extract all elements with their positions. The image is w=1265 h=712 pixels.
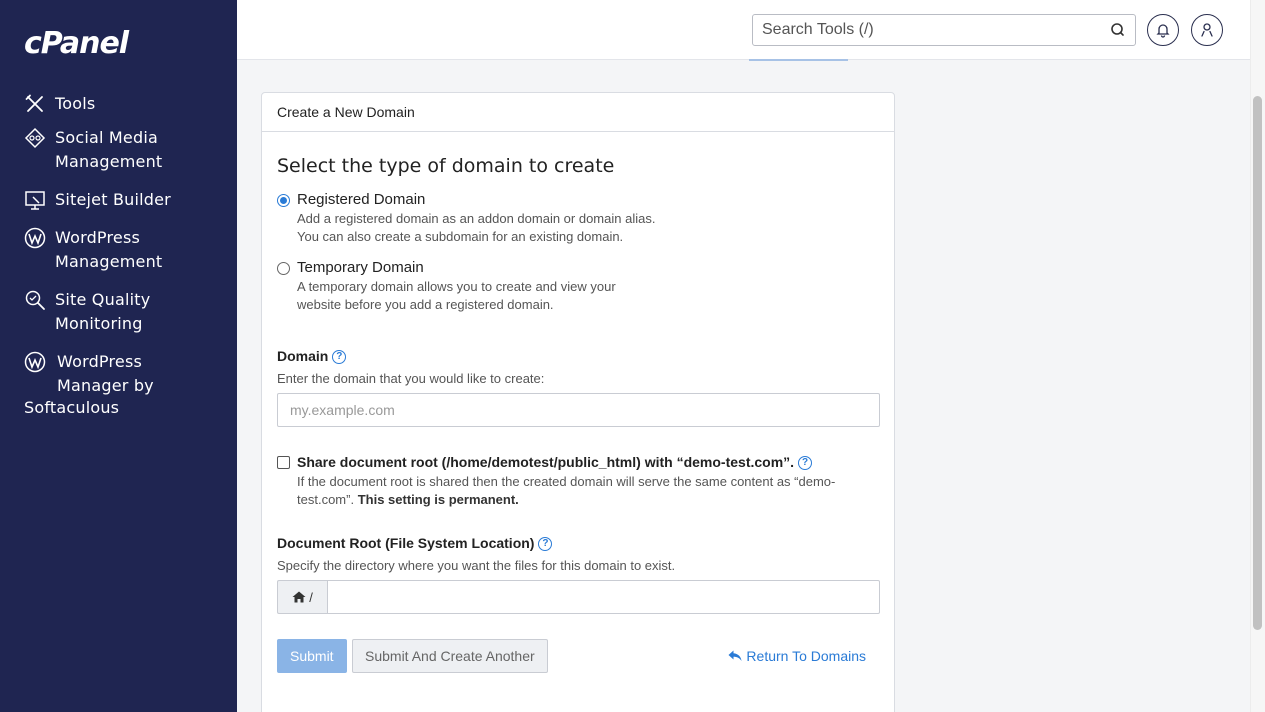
registered-domain-radio[interactable] bbox=[277, 194, 290, 207]
sidebar-item-label: Site Quality bbox=[55, 290, 151, 309]
submit-button[interactable]: Submit bbox=[277, 639, 347, 673]
section-heading: Select the type of domain to create bbox=[277, 155, 615, 177]
sidebar-item-tools[interactable]: Tools bbox=[0, 92, 237, 116]
sidebar-item-label: Tools bbox=[55, 94, 96, 113]
sidebar-item-wordpress-softaculous[interactable]: WordPress Manager by Softaculous bbox=[0, 350, 237, 420]
temporary-domain-radio[interactable] bbox=[277, 262, 290, 275]
docroot-prefix: / bbox=[277, 580, 327, 614]
create-domain-panel: Create a New Domain Select the type of d… bbox=[261, 92, 895, 712]
sidebar-item-label: Softaculous bbox=[24, 398, 120, 417]
panel-header: Create a New Domain bbox=[262, 93, 894, 132]
sidebar-item-label: Management bbox=[55, 252, 163, 271]
sidebar-item-label: Sitejet Builder bbox=[55, 190, 171, 209]
sidebar-item-sitejet[interactable]: Sitejet Builder bbox=[0, 188, 237, 212]
sidebar-item-label: WordPress bbox=[55, 228, 141, 247]
option-temporary-domain[interactable]: Temporary Domain A temporary domain allo… bbox=[277, 258, 616, 314]
sidebar-item-label: Manager by bbox=[57, 376, 154, 395]
site-quality-icon bbox=[25, 290, 45, 310]
share-docroot-desc: If the document root is shared then the … bbox=[297, 473, 877, 509]
option-desc: website before you add a registered doma… bbox=[297, 297, 554, 312]
share-docroot-checkbox[interactable] bbox=[277, 456, 290, 469]
share-docroot-warning: This setting is permanent. bbox=[357, 492, 519, 507]
reply-arrow-icon bbox=[728, 650, 742, 661]
domain-label-text: Domain bbox=[277, 348, 329, 364]
scrollbar-thumb[interactable] bbox=[1253, 96, 1262, 630]
notifications-button[interactable] bbox=[1147, 14, 1179, 46]
sidebar-item-label: WordPress bbox=[57, 352, 143, 371]
docroot-input-group: / bbox=[277, 580, 880, 614]
share-docroot-label-text: Share document root (/home/demotest/publ… bbox=[297, 454, 795, 470]
user-icon bbox=[1201, 23, 1213, 37]
search-icon[interactable] bbox=[1109, 21, 1127, 39]
docroot-label: Document Root (File System Location)? bbox=[277, 535, 553, 552]
sidebar-item-label: Monitoring bbox=[55, 314, 143, 333]
search-box[interactable] bbox=[752, 14, 1136, 46]
tools-icon bbox=[25, 94, 43, 112]
sidebar-nav: Tools Social Media Management Sitejet Bu… bbox=[0, 92, 237, 420]
docroot-input[interactable] bbox=[327, 580, 880, 614]
search-input[interactable] bbox=[762, 21, 1109, 39]
help-icon[interactable]: ? bbox=[798, 456, 813, 471]
option-title: Temporary Domain bbox=[297, 259, 424, 276]
cpanel-logo[interactable]: cPanel bbox=[24, 26, 129, 61]
sidebar-item-site-quality[interactable]: Site Quality Monitoring bbox=[0, 288, 237, 336]
sidebar-item-social-media[interactable]: Social Media Management bbox=[0, 126, 237, 174]
submit-and-create-another-button[interactable]: Submit And Create Another bbox=[352, 639, 548, 673]
return-to-domains-link[interactable]: Return To Domains bbox=[728, 648, 866, 664]
docroot-label-text: Document Root (File System Location) bbox=[277, 535, 535, 551]
wordpress-icon bbox=[24, 227, 46, 249]
help-icon[interactable]: ? bbox=[332, 350, 347, 365]
option-title: Registered Domain bbox=[297, 191, 426, 208]
sidebar-item-row: Softaculous bbox=[0, 396, 237, 420]
domain-label: Domain? bbox=[277, 348, 347, 365]
sidebar-item-label: Management bbox=[55, 152, 163, 171]
sidebar-item-wordpress-management[interactable]: WordPress Management bbox=[0, 226, 237, 274]
help-icon[interactable]: ? bbox=[538, 537, 553, 552]
share-docroot-label[interactable]: Share document root (/home/demotest/publ… bbox=[297, 453, 877, 472]
home-icon bbox=[292, 591, 306, 603]
sidebar-item-row: WordPress Manager by bbox=[0, 350, 237, 398]
option-desc: A temporary domain allows you to create … bbox=[297, 279, 616, 294]
option-desc: You can also create a subdomain for an e… bbox=[297, 229, 624, 244]
return-to-domains-label: Return To Domains bbox=[746, 648, 866, 664]
share-docroot-option: Share document root (/home/demotest/publ… bbox=[277, 453, 877, 509]
link-underline-remnant bbox=[749, 59, 848, 61]
sidebar: cPanel Tools Social Media Management Sit… bbox=[0, 0, 237, 712]
sitejet-icon bbox=[25, 191, 45, 210]
option-registered-domain[interactable]: Registered Domain Add a registered domai… bbox=[277, 190, 655, 246]
domain-input[interactable] bbox=[277, 393, 880, 427]
bell-icon bbox=[1156, 24, 1170, 38]
docroot-hint: Specify the directory where you want the… bbox=[277, 558, 676, 573]
sidebar-item-label: Social Media bbox=[55, 128, 158, 147]
user-menu-button[interactable] bbox=[1191, 14, 1223, 46]
social-media-icon bbox=[24, 127, 46, 149]
option-desc: Add a registered domain as an addon doma… bbox=[297, 211, 656, 226]
docroot-prefix-slash: / bbox=[309, 589, 313, 605]
domain-hint: Enter the domain that you would like to … bbox=[277, 371, 545, 386]
top-bar bbox=[237, 0, 1250, 60]
wordpress-icon bbox=[24, 351, 46, 373]
